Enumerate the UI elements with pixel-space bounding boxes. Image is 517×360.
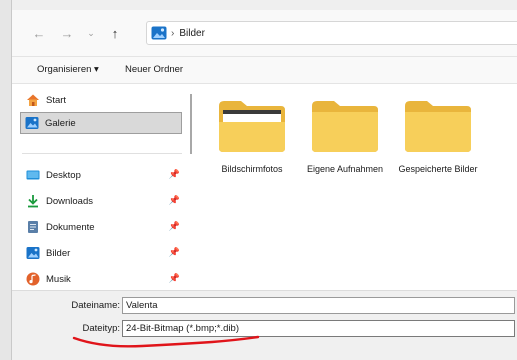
folder-label: Gespeicherte Bilder [398, 164, 478, 174]
window-left-edge [0, 0, 12, 360]
sidebar-item-label: Desktop [46, 169, 81, 181]
sidebar-item-musik[interactable]: Musik 📌 [22, 268, 182, 290]
folder-label: Bildschirmfotos [221, 164, 283, 174]
sidebar-divider [22, 153, 182, 154]
pin-icon[interactable]: 📌 [169, 273, 180, 284]
navigation-bar: ← → ⌄ ↑ › Bilder [12, 10, 517, 56]
pin-icon[interactable]: 📌 [169, 169, 180, 180]
sidebar-item-desktop[interactable]: Desktop 📌 [22, 164, 182, 186]
forward-arrow-icon[interactable]: → [58, 24, 76, 42]
title-bar-remnant [12, 0, 517, 10]
pin-icon[interactable]: 📌 [169, 247, 180, 258]
command-bar: Organisieren ▾ Neuer Ordner [12, 56, 517, 84]
sidebar-item-label: Bilder [46, 247, 71, 259]
folder-icon [312, 101, 378, 152]
desktop-icon [26, 168, 40, 182]
sidebar-item-label: Downloads [46, 195, 93, 207]
sidebar-item-galerie[interactable]: Galerie [20, 112, 182, 134]
pin-icon[interactable]: 📌 [169, 221, 180, 232]
back-arrow-icon[interactable]: ← [30, 24, 48, 42]
sidebar-item-start[interactable]: Start [22, 89, 182, 111]
organize-button[interactable]: Organisieren ▾ [37, 64, 99, 75]
pictures-icon [26, 246, 40, 260]
filetype-label: Dateityp: [82, 323, 121, 334]
breadcrumb-chevron-icon: › [171, 27, 175, 39]
file-list-area: Bildschirmfotos Eigene Aufnahmen Gespeic… [197, 84, 517, 290]
gallery-icon [25, 116, 39, 130]
document-icon [26, 220, 40, 234]
pane-splitter[interactable] [190, 94, 192, 154]
folder-bildschirmfotos[interactable]: Bildschirmfotos [209, 98, 295, 198]
red-underline-annotation [72, 335, 260, 348]
sidebar-item-bilder[interactable]: Bilder 📌 [22, 242, 182, 264]
pin-icon[interactable]: 📌 [169, 195, 180, 206]
recent-locations-chevron-icon[interactable]: ⌄ [82, 24, 100, 42]
sidebar-item-label: Galerie [45, 117, 76, 129]
folder-eigene-aufnahmen[interactable]: Eigene Aufnahmen [302, 98, 388, 198]
sidebar-item-label: Dokumente [46, 221, 95, 233]
address-bar[interactable]: › Bilder [146, 21, 517, 45]
home-icon [26, 93, 40, 107]
music-icon [26, 272, 40, 286]
file-save-panel: Dateiname: Valenta Dateityp: 24-Bit-Bitm… [12, 290, 517, 360]
download-icon [26, 194, 40, 208]
breadcrumb-item-bilder[interactable]: Bilder [179, 28, 205, 39]
sidebar-item-label: Start [46, 94, 67, 106]
folder-gespeicherte-bilder[interactable]: Gespeicherte Bilder [395, 98, 481, 198]
filename-input[interactable]: Valenta [122, 297, 515, 314]
up-arrow-icon[interactable]: ↑ [106, 24, 124, 42]
sidebar-item-label: Musik [46, 273, 71, 285]
folder-label: Eigene Aufnahmen [306, 164, 384, 174]
new-folder-button[interactable]: Neuer Ordner [125, 64, 183, 75]
pictures-icon [151, 26, 167, 40]
sidebar-item-dokumente[interactable]: Dokumente 📌 [22, 216, 182, 238]
sidebar-item-downloads[interactable]: Downloads 📌 [22, 190, 182, 212]
filename-label: Dateiname: [71, 300, 120, 311]
folder-with-content-icon [219, 101, 285, 152]
folder-icon [405, 101, 471, 152]
navigation-pane: Start Galerie Desktop 📌 Downloads 📌 Doku… [12, 84, 197, 290]
